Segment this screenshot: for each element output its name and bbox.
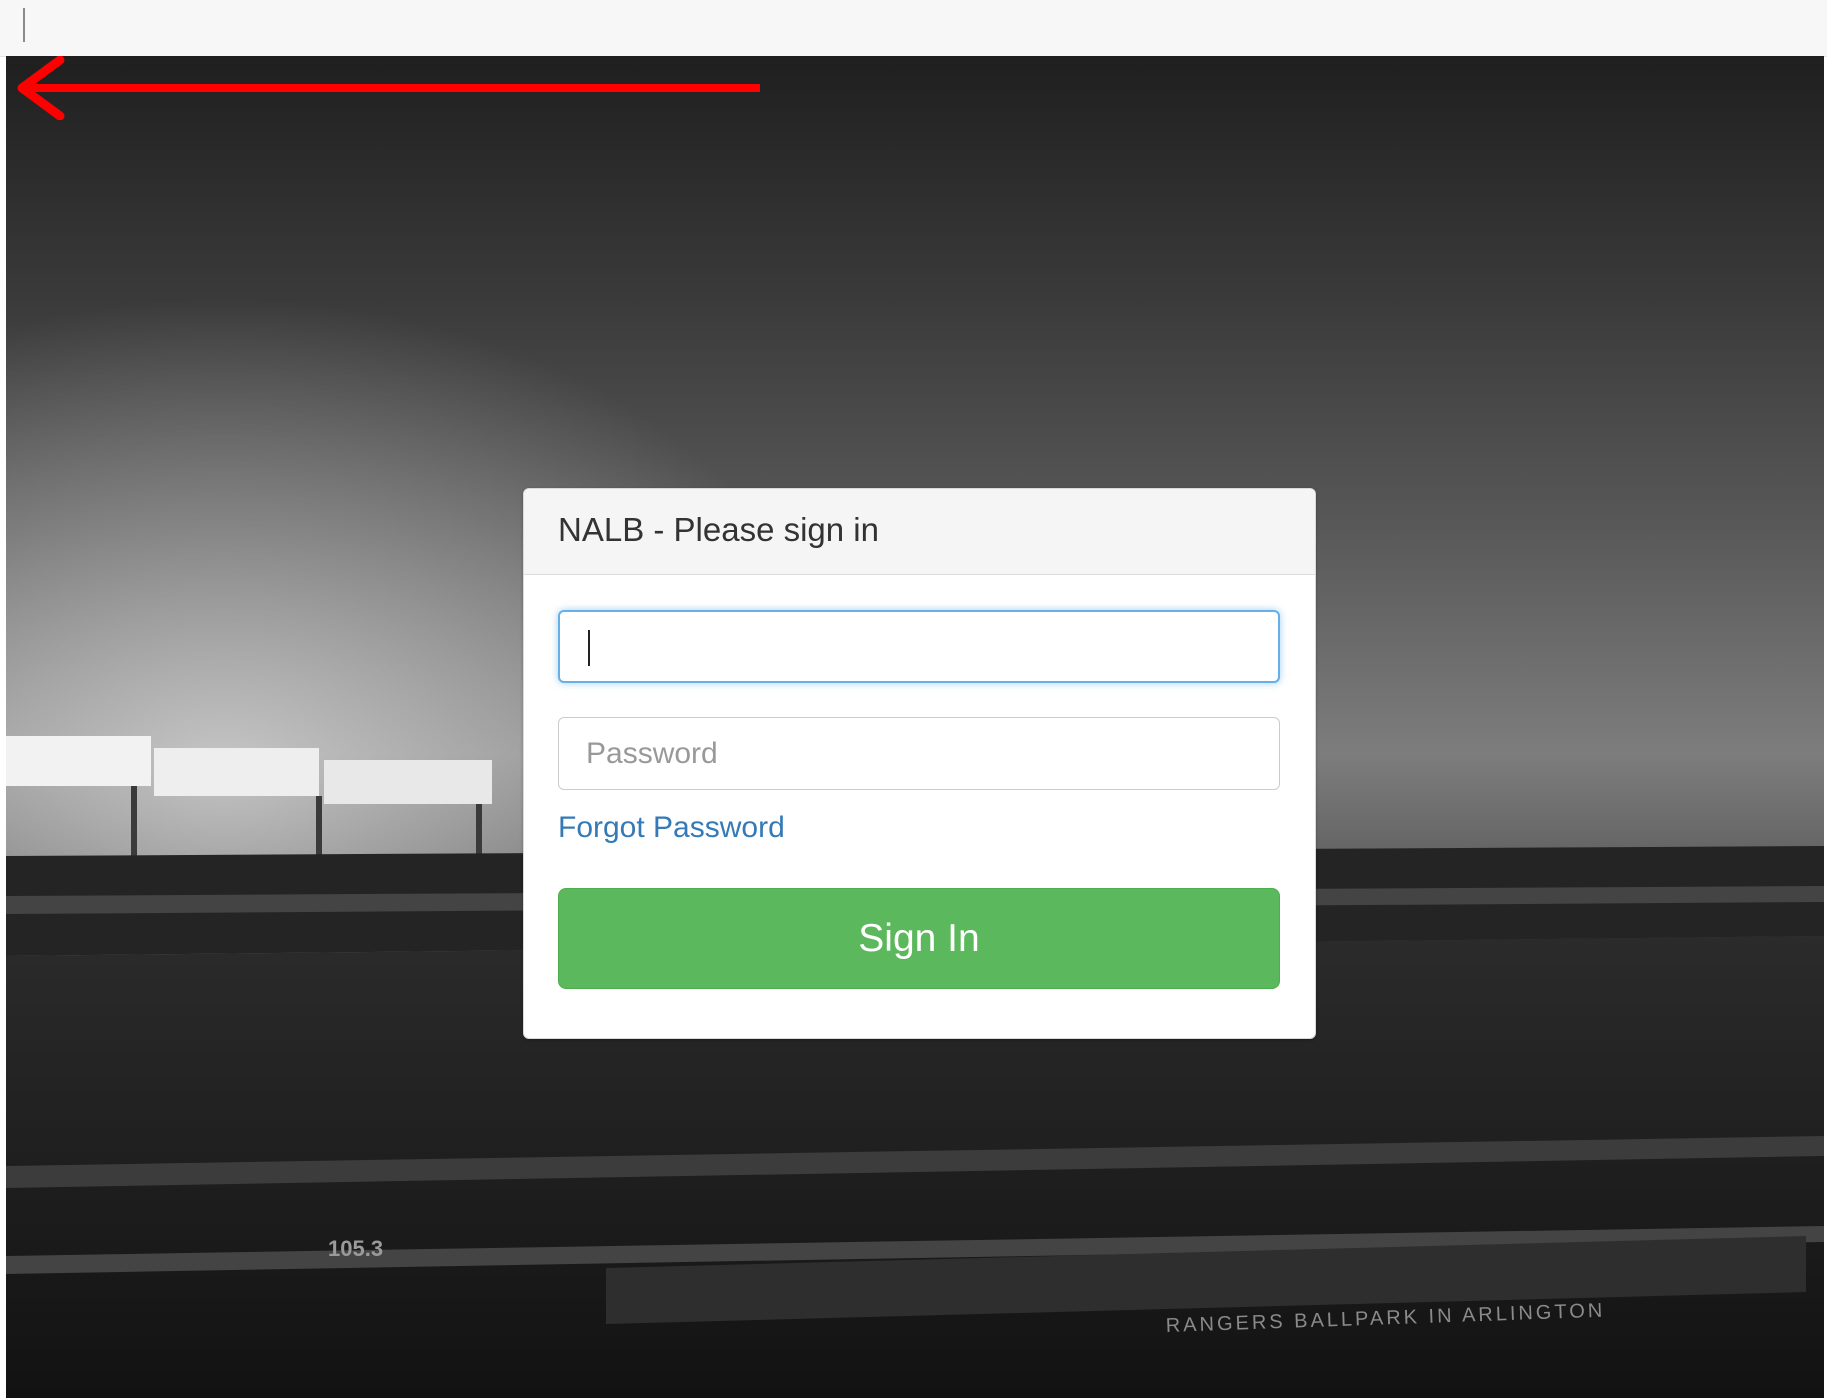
radio-sign-text: 105.3 — [328, 1236, 383, 1261]
forgot-password-link[interactable]: Forgot Password — [558, 811, 785, 845]
text-cursor — [23, 8, 25, 42]
browser-address-bar[interactable] — [0, 0, 1827, 57]
input-text-cursor — [588, 630, 590, 666]
password-input[interactable]: Password — [558, 717, 1280, 790]
username-input[interactable] — [558, 610, 1280, 683]
stadium-background-image: RANGERS BALLPARK IN ARLINGTON 105.3 NALB… — [6, 56, 1824, 1398]
login-card: NALB - Please sign in Password Forgot Pa… — [523, 488, 1316, 1039]
login-card-title: NALB - Please sign in — [524, 489, 1315, 575]
sign-in-button[interactable]: Sign In — [558, 888, 1280, 989]
red-arrow-left-icon — [17, 56, 760, 120]
